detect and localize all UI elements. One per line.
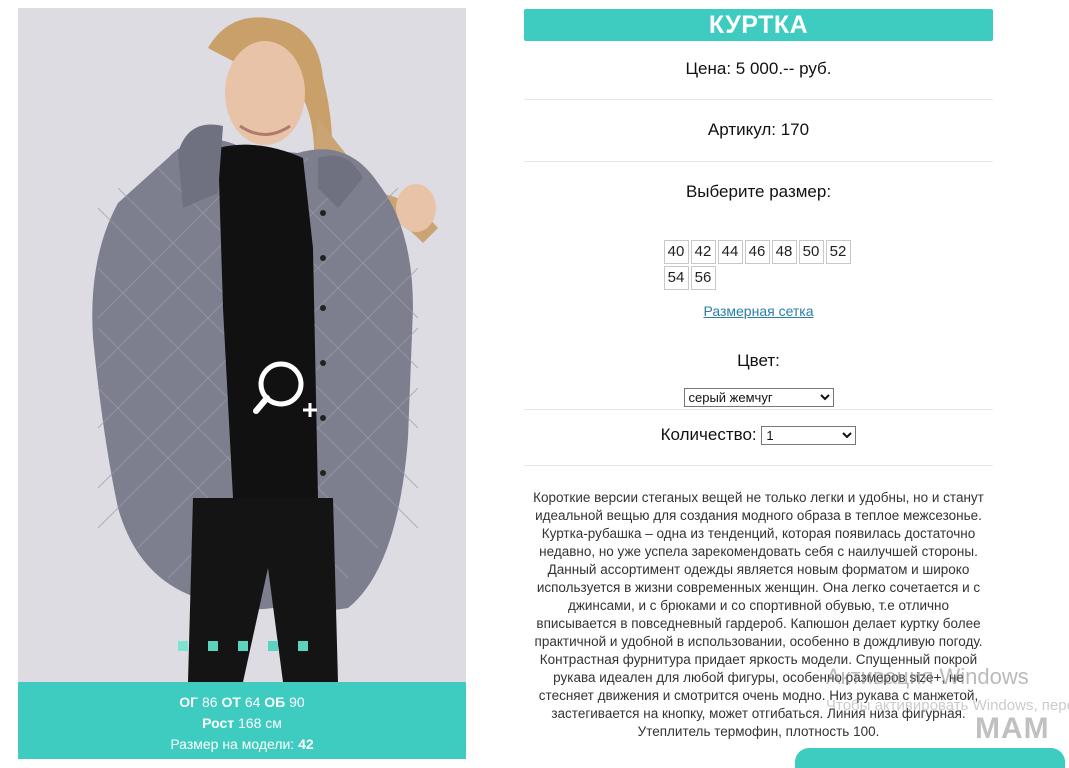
gallery-dot[interactable] [208,641,218,651]
size-option-46[interactable]: 46 [744,240,770,264]
product-gallery: ОГ 86 ОТ 64 ОБ 90 Рост 168 см Размер на … [18,8,466,759]
quantity-label: Количество: [660,425,757,444]
size-option-42[interactable]: 42 [690,240,716,264]
size-label: Выберите размер: [685,182,832,201]
zoom-icon[interactable] [251,358,331,428]
floating-action-button[interactable] [795,748,1065,768]
size-option-44[interactable]: 44 [717,240,743,264]
size-chart-link[interactable]: Размерная сетка [703,303,813,319]
product-title: КУРТКА [524,9,993,41]
model-measurements: ОГ 86 ОТ 64 ОБ 90 Рост 168 см Размер на … [18,682,466,759]
site-logo: МАМ [975,712,1050,745]
windows-activation-watermark: Активация Windows [826,664,1029,689]
ob-label: ОБ [264,694,286,710]
size-option-54[interactable]: 54 [663,266,689,290]
color-select[interactable]: серый жемчуг [683,388,834,407]
size-option-50[interactable]: 50 [798,240,824,264]
size-options: 40 42 44 46 48 50 52 54 56 [663,240,854,290]
ot-label: ОТ [221,694,241,710]
color-select-row: серый жемчуг [524,388,993,410]
product-price: Цена: 5 000.-- руб. [524,41,993,100]
gallery-dots [178,641,308,651]
model-size-value: 42 [298,736,314,752]
model-size-line: Размер на модели: 42 [18,734,466,755]
ot-value: 64 [244,694,261,710]
size-option-52[interactable]: 52 [825,240,851,264]
product-sku: Артикул: 170 [524,100,993,162]
color-label: Цвет: [737,351,780,370]
og-value: 86 [202,694,218,710]
quantity-row: Количество: 1 [524,410,993,467]
product-details: КУРТКА Цена: 5 000.-- руб. Артикул: 170 … [524,9,993,741]
quantity-select[interactable]: 1 [761,426,857,446]
size-option-56[interactable]: 56 [690,266,716,290]
height-value: 168 см [238,715,282,731]
size-option-40[interactable]: 40 [663,240,689,264]
product-photo[interactable] [18,8,466,682]
size-selector: Выберите размер: 40 42 44 46 48 50 52 54… [524,162,993,321]
gallery-dot[interactable] [238,641,248,651]
gallery-dot[interactable] [268,641,278,651]
gallery-dot[interactable] [178,641,188,651]
model-size-label: Размер на модели: [170,736,295,752]
model-measurements-line: ОГ 86 ОТ 64 ОБ 90 [18,692,466,713]
ob-value: 90 [289,694,305,710]
size-option-48[interactable]: 48 [771,240,797,264]
gallery-dot[interactable] [298,641,308,651]
og-label: ОГ [179,694,199,710]
height-label: Рост [202,715,235,731]
model-height-line: Рост 168 см [18,713,466,734]
